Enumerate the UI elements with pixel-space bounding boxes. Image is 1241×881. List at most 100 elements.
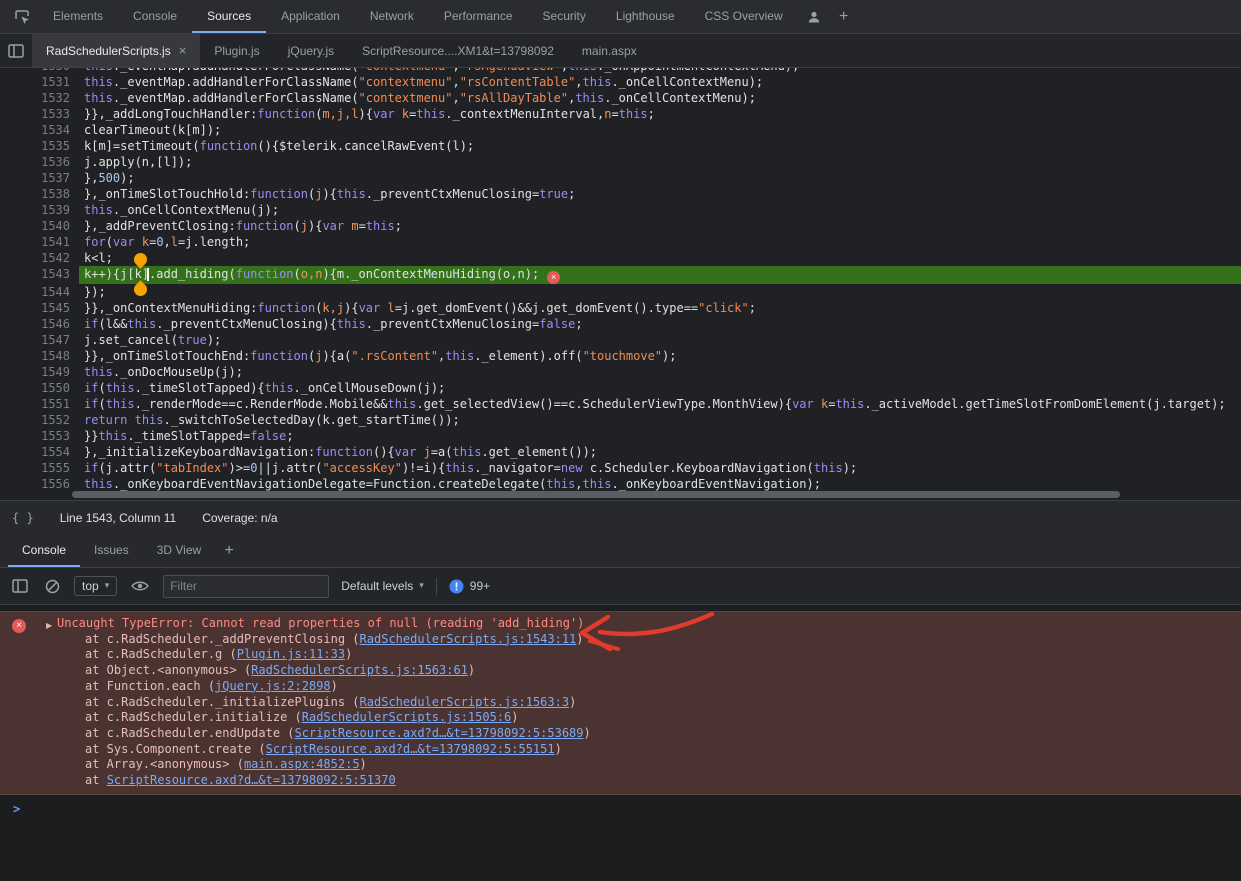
line-number[interactable]: 1546 (0, 316, 79, 332)
console-filter-input[interactable] (163, 575, 329, 598)
line-number[interactable]: 1553 (0, 428, 79, 444)
main-tab-network[interactable]: Network (355, 0, 429, 33)
toggle-navigator-icon[interactable] (0, 34, 32, 67)
close-tab-icon[interactable]: × (179, 43, 187, 58)
code-text[interactable]: }},_onContextMenuHiding:function(k,j){va… (79, 300, 1241, 316)
expand-triangle-icon[interactable]: ▶ (46, 618, 52, 634)
stack-link[interactable]: jQuery.js:2:2898 (215, 679, 331, 693)
javascript-context-dropdown[interactable]: top ▾ (74, 576, 117, 596)
line-number[interactable]: 1545 (0, 300, 79, 316)
scrollbar-thumb[interactable] (72, 491, 1120, 498)
main-tab-css-overview[interactable]: CSS Overview (690, 0, 798, 33)
stack-link[interactable]: RadSchedulerScripts.js:1563:3 (360, 695, 570, 709)
line-number[interactable]: 1533 (0, 106, 79, 122)
code-text[interactable]: }},_addLongTouchHandler:function(m,j,l){… (79, 106, 1241, 122)
main-tab-performance[interactable]: Performance (429, 0, 528, 33)
file-tab-main-aspx[interactable]: main.aspx (568, 34, 651, 67)
code-text[interactable]: },_initializeKeyboardNavigation:function… (79, 444, 1241, 460)
line-number[interactable]: 1549 (0, 364, 79, 380)
code-text[interactable]: if(l&&this._preventCtxMenuClosing){this.… (79, 316, 1241, 332)
line-number[interactable]: 1542 (0, 250, 79, 266)
stack-link[interactable]: RadSchedulerScripts.js:1505:6 (302, 710, 512, 724)
stack-text: at (85, 773, 107, 787)
user-panel-icon[interactable] (798, 0, 830, 33)
line-number[interactable]: 1534 (0, 122, 79, 138)
code-text[interactable]: return this._switchToSelectedDay(k.get_s… (79, 412, 1241, 428)
line-number[interactable]: 1539 (0, 202, 79, 218)
console-prompt-row[interactable]: > (0, 795, 1241, 818)
pretty-print-icon[interactable]: { } (12, 511, 34, 525)
file-tab-scriptresource-xm1-t-13798092[interactable]: ScriptResource....XM1&t=13798092 (348, 34, 568, 67)
stack-link[interactable]: RadSchedulerScripts.js:1543:11 (360, 632, 577, 646)
code-text[interactable]: this._onCellContextMenu(j); (79, 202, 1241, 218)
drawer-tab-console[interactable]: Console (8, 534, 80, 567)
main-tab-application[interactable]: Application (266, 0, 355, 33)
file-tab-plugin-js[interactable]: Plugin.js (200, 34, 273, 67)
stack-link[interactable]: main.aspx:4852:5 (244, 757, 360, 771)
log-levels-dropdown[interactable]: Default levels ▾ (341, 579, 424, 593)
drawer-tab-issues[interactable]: Issues (80, 534, 143, 567)
stack-link[interactable]: ScriptResource.axd?d…&t=13798092:5:51370 (107, 773, 396, 787)
stack-link[interactable]: ScriptResource.axd?d…&t=13798092:5:55151 (266, 742, 555, 756)
line-number[interactable]: 1531 (0, 74, 79, 90)
line-number[interactable]: 1544 (0, 284, 79, 300)
line-number[interactable]: 1536 (0, 154, 79, 170)
line-number[interactable]: 1541 (0, 234, 79, 250)
code-text[interactable]: this._eventMap.addHandlerForClassName("c… (79, 74, 1241, 90)
add-panel-icon[interactable]: + (830, 0, 858, 33)
inspect-element-icon[interactable] (6, 0, 38, 33)
code-text[interactable]: this._eventMap.addHandlerForClassName("c… (79, 90, 1241, 106)
line-number[interactable]: 1548 (0, 348, 79, 364)
stack-link[interactable]: Plugin.js:11:33 (237, 647, 345, 661)
live-expression-eye-icon[interactable] (129, 580, 151, 592)
line-number[interactable]: 1540 (0, 218, 79, 234)
code-text[interactable]: }); (79, 284, 1241, 300)
horizontal-scrollbar[interactable] (0, 489, 1241, 500)
code-text[interactable]: if(this._timeSlotTapped){this._onCellMou… (79, 380, 1241, 396)
console-sidebar-icon[interactable] (10, 579, 30, 593)
main-tab-security[interactable]: Security (528, 0, 601, 33)
code-text[interactable]: k[m]=setTimeout(function(){$telerik.canc… (79, 138, 1241, 154)
code-text[interactable]: },500); (79, 170, 1241, 186)
code-text[interactable]: this._onDocMouseUp(j); (79, 364, 1241, 380)
line-number[interactable]: 1547 (0, 332, 79, 348)
clear-console-icon[interactable] (42, 579, 62, 594)
file-tab-jquery-js[interactable]: jQuery.js (274, 34, 348, 67)
main-tab-elements[interactable]: Elements (38, 0, 118, 33)
code-text[interactable]: if(this._renderMode==c.RenderMode.Mobile… (79, 396, 1241, 412)
issues-counter[interactable]: 99+ (449, 579, 490, 594)
line-number[interactable]: 1555 (0, 460, 79, 476)
line-number[interactable]: 1532 (0, 90, 79, 106)
line-number[interactable]: 1543 (0, 266, 79, 284)
code-text[interactable]: k<l; (79, 250, 1241, 266)
main-tab-console[interactable]: Console (118, 0, 192, 33)
code-text[interactable]: j.set_cancel(true); (79, 332, 1241, 348)
code-text[interactable]: k++){j[k].add_hiding(function(o,n){m._on… (79, 266, 1241, 284)
stack-frame: at Function.each (jQuery.js:2:2898) (57, 679, 1233, 695)
stack-link[interactable]: RadSchedulerScripts.js:1563:61 (251, 663, 468, 677)
add-drawer-tab-icon[interactable]: + (215, 534, 243, 567)
main-tab-sources[interactable]: Sources (192, 0, 266, 33)
code-text[interactable]: }}this._timeSlotTapped=false; (79, 428, 1241, 444)
line-number[interactable]: 1550 (0, 380, 79, 396)
code-text[interactable]: j.apply(n,[l]); (79, 154, 1241, 170)
code-text[interactable]: }},_onTimeSlotTouchEnd:function(j){a(".r… (79, 348, 1241, 364)
drawer-tab-3d-view[interactable]: 3D View (143, 534, 215, 567)
devtools-main-tabbar: ElementsConsoleSourcesApplicationNetwork… (0, 0, 1241, 34)
line-number[interactable]: 1552 (0, 412, 79, 428)
code-line-1551: 1551if(this._renderMode==c.RenderMode.Mo… (0, 396, 1241, 412)
line-number[interactable]: 1538 (0, 186, 79, 202)
line-number[interactable]: 1554 (0, 444, 79, 460)
line-number[interactable]: 1535 (0, 138, 79, 154)
stack-link[interactable]: ScriptResource.axd?d…&t=13798092:5:53689 (295, 726, 584, 740)
line-number[interactable]: 1537 (0, 170, 79, 186)
main-tab-lighthouse[interactable]: Lighthouse (601, 0, 690, 33)
console-messages-area[interactable]: × ▶ Uncaught TypeError: Cannot read prop… (0, 611, 1241, 881)
code-text[interactable]: },_onTimeSlotTouchHold:function(j){this.… (79, 186, 1241, 202)
code-text[interactable]: },_addPreventClosing:function(j){var m=t… (79, 218, 1241, 234)
code-text[interactable]: for(var k=0,l=j.length; (79, 234, 1241, 250)
line-number[interactable]: 1551 (0, 396, 79, 412)
code-text[interactable]: clearTimeout(k[m]); (79, 122, 1241, 138)
file-tab-radschedulerscripts-js[interactable]: RadSchedulerScripts.js× (32, 34, 200, 67)
code-text[interactable]: if(j.attr("tabIndex")>=0||j.attr("access… (79, 460, 1241, 476)
